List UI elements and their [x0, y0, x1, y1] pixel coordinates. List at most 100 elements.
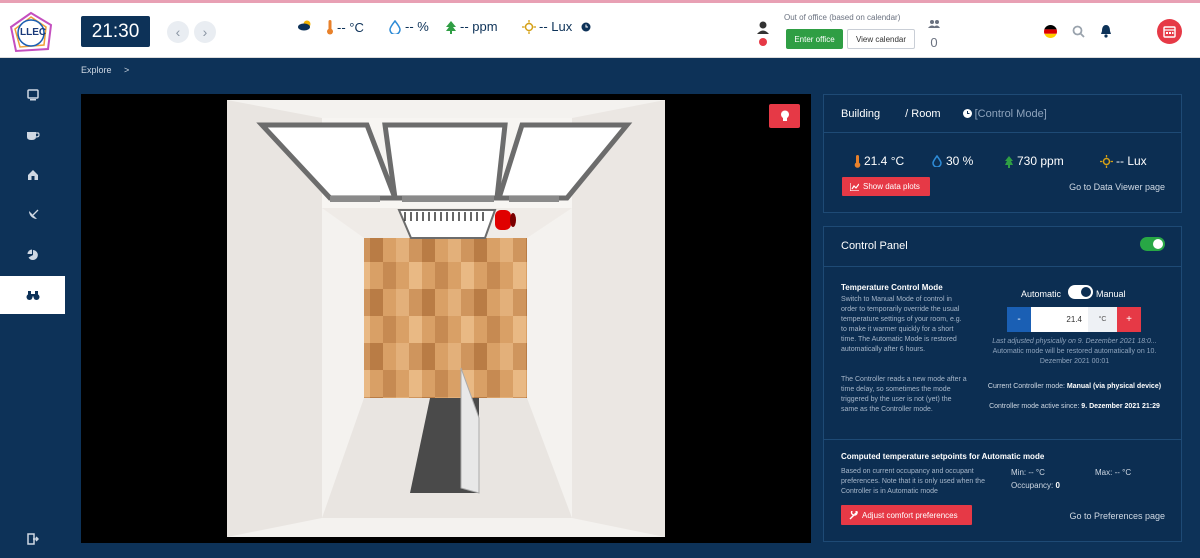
sidebar-item-explore[interactable]: [0, 276, 65, 314]
show-data-plots-button[interactable]: Show data plots: [842, 177, 930, 196]
enter-office-button[interactable]: Enter office: [786, 29, 843, 49]
building-label: Building: [841, 107, 881, 120]
room-3d-illustration: [227, 100, 665, 537]
controller-active-since: Controller mode active since: 9. Dezembe…: [982, 402, 1167, 412]
breadcrumb-explore[interactable]: Explore: [81, 65, 112, 75]
room-co2-value: 730 ppm: [1017, 154, 1064, 168]
light-toggle-button[interactable]: [769, 104, 800, 128]
home-icon: [27, 170, 38, 180]
control-mode-label: [Control Mode]: [974, 107, 1047, 120]
tree-icon: [446, 20, 456, 34]
manual-label: Manual: [1096, 289, 1126, 299]
chart-icon: [850, 182, 859, 191]
manual-mode-toggle-knob: [1081, 287, 1091, 297]
co2-value: -- ppm: [460, 19, 498, 34]
occupancy-setpoint: Occupancy: 0: [1011, 481, 1060, 490]
coffee-icon: [26, 132, 40, 140]
prev-button[interactable]: ‹: [167, 21, 189, 43]
occupancy-label: Occupancy:: [1011, 481, 1054, 490]
adjust-comfort-label: Adjust comfort preferences: [862, 510, 958, 520]
setpoint-increase-button[interactable]: +: [1117, 307, 1141, 332]
temp-mode-description: Switch to Manual Mode of control in orde…: [841, 296, 962, 353]
room-temperature: 21.4 °C: [854, 154, 904, 168]
sidebar-item-statistics[interactable]: [0, 236, 65, 274]
bell-icon[interactable]: [1100, 24, 1112, 38]
max-setpoint: Max: -- °C: [1095, 468, 1131, 477]
temp-mode-title: Temperature Control Mode: [841, 283, 943, 292]
calendar-icon[interactable]: [1157, 19, 1182, 44]
room-viewer[interactable]: [81, 94, 811, 543]
chevron-right-icon: ›: [202, 24, 208, 40]
control-panel-divider: [824, 266, 1181, 267]
room-co2: 730 ppm: [1004, 154, 1064, 168]
sensor-weather: [298, 19, 312, 31]
restore-note: Automatic mode will be restored automati…: [992, 348, 1157, 365]
humidity-icon: [932, 155, 942, 167]
breadcrumb: Explore >: [81, 65, 129, 75]
setpoint-input[interactable]: 21.4: [1031, 307, 1088, 332]
sun-icon: [522, 19, 536, 34]
control-panel-title: Control Panel: [841, 240, 908, 252]
logo-text: LLEC: [20, 27, 47, 38]
sidebar-item-coffee[interactable]: [0, 116, 65, 154]
control-panel: Control Panel Temperature Control Mode S…: [823, 226, 1182, 542]
sidebar: [0, 58, 65, 558]
max-label: Max:: [1095, 468, 1113, 477]
satellite-dish-icon: [28, 209, 38, 219]
sidebar-item-devices[interactable]: [0, 76, 65, 114]
control-panel-header: Control Panel: [824, 227, 1181, 265]
light-value: -- Lux: [539, 19, 573, 34]
min-value: -- °C: [1028, 468, 1045, 477]
thermometer-icon: [327, 20, 333, 35]
adjust-comfort-preferences-button[interactable]: Adjust comfort preferences: [841, 505, 972, 525]
min-label: Min:: [1011, 468, 1027, 477]
controller-mode-value: Manual (via physical device): [1066, 383, 1162, 390]
search-icon[interactable]: [1072, 25, 1085, 38]
last-adjusted-note: Last adjusted physically on 9. Dezember …: [992, 338, 1157, 345]
room-light: -- Lux: [1100, 154, 1147, 168]
temperature-value: -- °C: [337, 19, 364, 35]
binoculars-icon: [26, 291, 39, 300]
setpoints-title: Computed temperature setpoints for Autom…: [841, 452, 1045, 461]
room-info-panel: Building / Room [Control Mode] 21.4 °C 3…: [823, 94, 1182, 213]
breadcrumb-separator: >: [124, 65, 130, 75]
occupancy-value: 0: [1055, 481, 1060, 490]
lightbulb-icon: [780, 110, 789, 121]
humidity-value: -- %: [405, 19, 429, 34]
data-viewer-link[interactable]: Go to Data Viewer page: [1069, 182, 1165, 192]
clock-icon: [581, 22, 591, 31]
preferences-link[interactable]: Go to Preferences page: [1069, 511, 1165, 521]
clock-display: 21:30: [81, 16, 150, 47]
setpoint-unit: °C: [1088, 307, 1117, 332]
people-counter: 0: [928, 15, 940, 50]
clock-icon: [962, 109, 972, 118]
room-info-header: Building / Room [Control Mode]: [824, 95, 1181, 133]
humidity-icon: [389, 19, 401, 34]
people-count: 0: [930, 35, 938, 50]
logout-icon: [26, 533, 39, 545]
office-status-label: Out of office (based on calendar): [784, 13, 901, 22]
active-since-value: 9. Dezember 2021 21:29: [1081, 403, 1160, 410]
top-bar: LLEC 21:30 ‹ › -- °C -- % -- ppm -- Lux …: [0, 0, 1200, 58]
setpoint-decrease-button[interactable]: -: [1007, 307, 1031, 332]
users-icon: [928, 20, 940, 28]
occupancy-status-icon: [757, 21, 769, 46]
thermometer-icon: [854, 155, 861, 168]
room-light-value: -- Lux: [1116, 154, 1147, 168]
german-flag-icon[interactable]: [1044, 25, 1057, 38]
room-scene[interactable]: [227, 100, 665, 537]
view-calendar-button[interactable]: View calendar: [847, 29, 915, 49]
setpoints-description: Based on current occupancy and occupant …: [841, 468, 985, 495]
sidebar-item-home[interactable]: [0, 156, 65, 194]
sidebar-item-satellite[interactable]: [0, 196, 65, 234]
control-panel-toggle[interactable]: [1140, 237, 1165, 251]
tree-icon: [1005, 155, 1013, 168]
next-button[interactable]: ›: [194, 21, 216, 43]
show-data-plots-label: Show data plots: [863, 182, 920, 191]
llec-logo[interactable]: LLEC: [8, 11, 54, 55]
max-value: -- °C: [1114, 468, 1132, 477]
manual-mode-toggle[interactable]: [1068, 285, 1093, 299]
weather-icon: [298, 20, 311, 31]
sidebar-item-logout[interactable]: [0, 520, 65, 558]
sensor-humidity: -- %: [388, 19, 429, 34]
